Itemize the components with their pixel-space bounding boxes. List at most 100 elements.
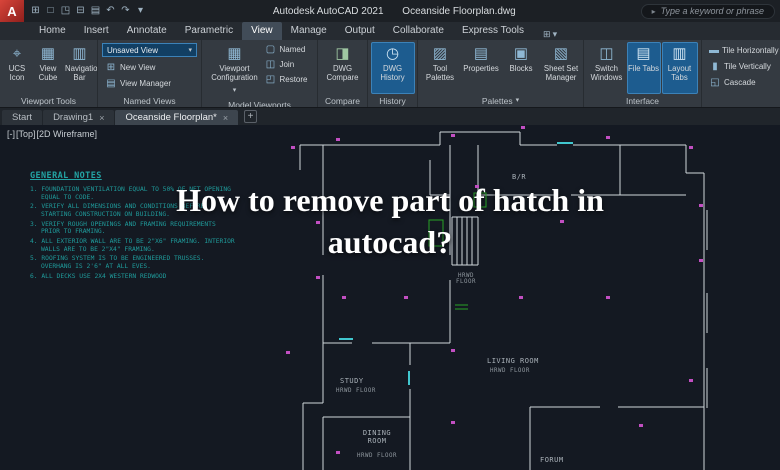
switch-windows-icon: ◫ (599, 45, 613, 62)
join-viewport-button[interactable]: ◫ Join (261, 57, 310, 72)
quick-access-dropdown-icon[interactable]: ▾ (133, 0, 148, 22)
cascade-button[interactable]: ◱ Cascade (706, 75, 776, 90)
button-label: Sheet Set Manager (542, 64, 580, 82)
viewport-visual-style-control[interactable]: [2D Wireframe] (37, 129, 98, 139)
new-view-button[interactable]: ⊞ New View (102, 60, 197, 75)
room-label-forum: FORUM (540, 456, 564, 464)
layout-tabs-icon: ▥ (672, 45, 686, 62)
button-label: Named (279, 45, 305, 54)
dwg-history-button[interactable]: ◷ DWG History (371, 42, 415, 94)
tab-express-tools[interactable]: Express Tools (453, 22, 533, 40)
button-label: New View (120, 63, 155, 72)
viewport-configuration-button[interactable]: ▦ Viewport Configuration ▾ (208, 42, 260, 100)
viewport-menu-control[interactable]: [-] (7, 129, 15, 139)
room-label-living: LIVING ROOM (487, 357, 539, 365)
tool-palettes-button[interactable]: ▨ Tool Palettes (420, 42, 460, 94)
viewport-view-control[interactable]: [Top] (16, 129, 36, 139)
tab-insert[interactable]: Insert (75, 22, 118, 40)
panel-label-text: Named Views (123, 96, 175, 106)
new-view-icon: ⊞ (105, 62, 117, 73)
view-cube-button[interactable]: ▦ View Cube (33, 42, 63, 94)
view-manager-button[interactable]: ▤ View Manager (102, 76, 197, 91)
tab-parametric[interactable]: Parametric (176, 22, 242, 40)
panel-label-named-views[interactable]: Named Views (98, 94, 201, 107)
properties-button[interactable]: ▤ Properties (461, 42, 501, 94)
panel-palettes: ▨ Tool Palettes ▤ Properties ▣ Blocks ▧ … (418, 40, 584, 107)
file-tabs-button[interactable]: ▤ File Tabs (627, 42, 661, 94)
document-title: Oceanside Floorplan.dwg (402, 6, 515, 17)
panel-label-palettes[interactable]: Palettes ▾ (418, 94, 583, 107)
tab-manage[interactable]: Manage (282, 22, 336, 40)
view-cube-icon: ▦ (41, 45, 55, 62)
tile-vertically-icon: ▮ (709, 61, 721, 72)
restore-viewport-icon: ◰ (264, 74, 276, 85)
open-icon[interactable]: ◳ (58, 0, 73, 22)
file-tabs-icon: ▤ (636, 45, 650, 62)
button-label: Switch Windows (589, 64, 625, 82)
window-title: Autodesk AutoCAD 2021 Oceanside Floorpla… (148, 6, 641, 17)
navigation-bar-button[interactable]: ▥ Navigation Bar (64, 42, 95, 94)
chevron-down-icon: ▾ (233, 82, 237, 99)
ucs-icon-button[interactable]: ⌖ UCS Icon (2, 42, 32, 94)
app-title: Autodesk AutoCAD 2021 (273, 6, 384, 17)
button-label: Properties (462, 64, 500, 73)
ucs-icon: ⌖ (13, 45, 21, 62)
redo-icon[interactable]: ↷ (118, 0, 133, 22)
file-tab-oceanside-floorplan[interactable]: Oceanside Floorplan* × (115, 110, 238, 125)
tab-output[interactable]: Output (336, 22, 384, 40)
button-label: View Manager (120, 79, 171, 88)
tab-view[interactable]: View (242, 22, 282, 40)
button-label: DWG Compare (322, 64, 364, 82)
viewport-configuration-icon: ▦ (227, 45, 241, 62)
tab-home[interactable]: Home (30, 22, 75, 40)
panel-label-interface[interactable]: Interface (584, 94, 701, 107)
new-file-icon[interactable]: □ (43, 0, 58, 22)
dwg-compare-button[interactable]: ◨ DWG Compare (321, 42, 365, 94)
panel-label-text: Model Viewports (228, 100, 291, 107)
close-icon[interactable]: × (99, 113, 104, 123)
panel-label-history[interactable]: History (368, 94, 417, 107)
layout-tabs-button[interactable]: ▥ Layout Tabs (662, 42, 698, 94)
autocad-logo[interactable]: A (0, 0, 24, 22)
ribbon-display-toggle[interactable]: ⊞ ▾ (539, 29, 561, 40)
properties-icon: ▤ (474, 45, 488, 62)
search-box[interactable]: ▸ Type a keyword or phrase (641, 4, 775, 19)
switch-windows-button[interactable]: ◫ Switch Windows (588, 42, 626, 94)
chevron-down-icon: ▾ (553, 29, 558, 40)
question-overlay: How to remove part of hatch in autocad? (0, 180, 780, 263)
panel-viewport-tools: ⌖ UCS Icon ▦ View Cube ▥ Navigation Bar … (0, 40, 98, 107)
panel-label-viewport-tools[interactable]: Viewport Tools (0, 94, 97, 107)
panel-label-compare[interactable]: Compare (318, 94, 367, 107)
join-viewport-icon: ◫ (264, 59, 276, 70)
button-label: Cascade (724, 78, 756, 87)
undo-icon[interactable]: ↶ (103, 0, 118, 22)
plot-icon[interactable]: ▤ (88, 0, 103, 22)
view-combo[interactable]: Unsaved View ▾ (102, 43, 197, 57)
blocks-button[interactable]: ▣ Blocks (502, 42, 540, 94)
save-icon[interactable]: ⊟ (73, 0, 88, 22)
sheet-set-manager-button[interactable]: ▧ Sheet Set Manager (541, 42, 581, 94)
file-tab-label: Start (12, 112, 32, 123)
sheet-set-manager-icon: ▧ (554, 45, 568, 62)
file-tab-bar: Start Drawing1 × Oceanside Floorplan* × … (0, 108, 780, 125)
restore-viewport-button[interactable]: ◰ Restore (261, 72, 310, 87)
file-tab-start[interactable]: Start (2, 110, 42, 125)
tab-annotate[interactable]: Annotate (118, 22, 176, 40)
tab-collaborate[interactable]: Collaborate (384, 22, 453, 40)
button-label: View Cube (34, 64, 62, 82)
room-label-living-floor: HRWD FLOOR (490, 368, 530, 374)
named-viewport-button[interactable]: ▢ Named (261, 42, 310, 57)
panel-model-viewports: ▦ Viewport Configuration ▾ ▢ Named ◫ Joi… (202, 40, 318, 107)
close-icon[interactable]: × (223, 113, 228, 123)
tile-vertically-button[interactable]: ▮ Tile Vertically (706, 59, 776, 74)
file-tab-drawing1[interactable]: Drawing1 × (43, 110, 114, 125)
grid-box-icon: ⊞ (543, 29, 551, 40)
button-label: Navigation Bar (65, 64, 94, 82)
drawing-canvas[interactable]: [-] [Top] [2D Wireframe] GENERAL NOTES 1… (0, 125, 780, 470)
tile-horizontally-button[interactable]: ▬ Tile Horizontally (706, 43, 776, 58)
new-drawing-tab-button[interactable]: + (244, 110, 257, 123)
menu-grid-icon[interactable]: ⊞ (28, 0, 43, 22)
panel-label-model-viewports[interactable]: Model Viewports (202, 100, 317, 107)
autocad-window: A ⊞ □ ◳ ⊟ ▤ ↶ ↷ ▾ Autodesk AutoCAD 2021 … (0, 0, 780, 470)
panel-label-text: Interface (626, 96, 659, 106)
